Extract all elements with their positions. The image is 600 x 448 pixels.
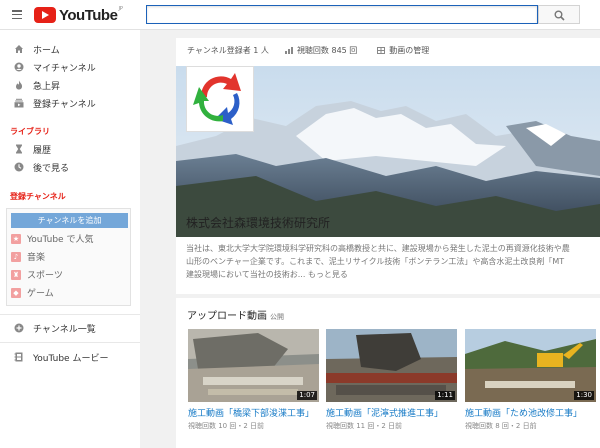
uploads-title[interactable]: アップロード動画 公開 xyxy=(187,307,284,322)
sidebar-item-channel-list[interactable]: チャンネル一覧 xyxy=(0,319,140,337)
channel-name: 株式会社森環境技術研究所 xyxy=(186,216,331,230)
subscription-item-sports[interactable]: ♜ スポーツ xyxy=(11,266,63,283)
video-meta: 視聴回数 10 回・2 日前 xyxy=(188,422,265,430)
youtube-logo[interactable]: YouTube JP xyxy=(34,6,123,24)
view-count: 視聴回数 845 回 xyxy=(296,45,358,55)
manage-videos-link[interactable]: 動画の管理 xyxy=(377,45,429,56)
person-icon xyxy=(14,62,24,72)
add-channel-button[interactable]: チャンネルを追加 xyxy=(11,213,128,228)
sidebar-item-watch-later[interactable]: 後で見る xyxy=(0,158,140,176)
video-title[interactable]: 施工動画「ため池改修工事」 xyxy=(465,406,596,419)
top-bar: YouTube JP xyxy=(0,0,600,30)
bar-chart-icon xyxy=(284,46,293,54)
subscription-item-label: スポーツ xyxy=(27,271,63,281)
video-card[interactable]: 1:07 施工動画「橋梁下部浚渫工事」 視聴回数 10 回・2 日前 xyxy=(188,329,319,431)
plus-circle-icon xyxy=(14,323,24,333)
channel-description: 当社は、東北大学大学院環境科学研究科の高橋教授と共に、建設現場から発生した泥土の… xyxy=(186,242,596,281)
uploads-section: アップロード動画 公開 1:07 施工動画「橋梁下部浚渫工事」 視聴回数 10 回… xyxy=(176,298,600,448)
video-duration: 1:30 xyxy=(574,391,594,400)
logo-text: YouTube xyxy=(59,6,118,24)
play-icon xyxy=(34,7,56,23)
description-line[interactable]: 建設現場において当社の技術お... もっと見る xyxy=(186,268,596,281)
video-title[interactable]: 施工動画「泥濘式推進工事」 xyxy=(326,406,457,419)
library-section-title: ライブラリ xyxy=(10,127,50,136)
sidebar-item-movies[interactable]: YouTube ムービー xyxy=(0,348,140,366)
subscription-item-label: YouTube で人気 xyxy=(27,235,94,245)
trophy-icon: ♜ xyxy=(11,269,21,280)
subscription-box: チャンネルを追加 ★ YouTube で人気 ♪ 音楽 ♜ スポーツ ◆ ゲーム xyxy=(6,208,131,306)
search-input[interactable] xyxy=(146,5,538,24)
channel-logo[interactable] xyxy=(186,66,254,132)
star-icon: ★ xyxy=(11,233,21,244)
uploads-title-text: アップロード動画 xyxy=(187,311,267,322)
logo-region: JP xyxy=(118,6,123,12)
hourglass-icon xyxy=(14,144,24,154)
sidebar-item-trending[interactable]: 急上昇 xyxy=(0,76,140,94)
flame-icon xyxy=(14,80,24,90)
subscriber-count: チャンネル登録者 1 人 xyxy=(187,45,269,55)
subscription-item-popular[interactable]: ★ YouTube で人気 xyxy=(11,230,93,247)
description-line: 山形のベンチャー企業です。これまで、泥土リサイクル技術「ボンテラン工法」や高含水… xyxy=(186,257,565,266)
sidebar-item-label: 登録チャンネル xyxy=(33,99,96,110)
video-thumbnail[interactable]: 1:30 xyxy=(465,329,596,402)
home-icon xyxy=(14,44,24,54)
subscriptions-icon xyxy=(14,98,24,108)
sidebar-item-label: 後で見る xyxy=(33,163,70,174)
gamepad-icon: ◆ xyxy=(11,287,21,298)
sidebar-divider xyxy=(0,342,140,343)
sidebar-item-my-channel[interactable]: マイチャンネル xyxy=(0,58,140,76)
description-line: 当社は、東北大学大学院環境科学研究科の高橋教授と共に、建設現場から発生した泥土の… xyxy=(186,244,570,253)
music-icon: ♪ xyxy=(11,251,21,262)
video-card[interactable]: 1:11 施工動画「泥濘式推進工事」 視聴回数 11 回・2 日前 xyxy=(326,329,457,431)
recycle-arrows-logo xyxy=(193,73,241,125)
sidebar-item-label: チャンネル一覧 xyxy=(33,324,96,335)
view-count-link[interactable]: 視聴回数 845 回 xyxy=(284,45,358,56)
search-icon xyxy=(554,10,565,21)
video-duration: 1:07 xyxy=(297,391,317,400)
channel-banner xyxy=(176,66,600,237)
video-thumbnail[interactable]: 1:11 xyxy=(326,329,457,402)
sidebar-item-home[interactable]: ホーム xyxy=(0,40,140,58)
video-thumbnail[interactable]: 1:07 xyxy=(188,329,319,402)
video-duration: 1:11 xyxy=(435,391,455,400)
sidebar-item-label: マイチャンネル xyxy=(33,63,96,74)
subscription-item-gaming[interactable]: ◆ ゲーム xyxy=(11,284,54,301)
channel-stats-bar: チャンネル登録者 1 人 視聴回数 845 回 動画の管理 xyxy=(176,38,600,62)
subscription-item-music[interactable]: ♪ 音楽 xyxy=(11,248,45,265)
subscription-item-label: ゲーム xyxy=(27,289,54,299)
channel-header-card: チャンネル登録者 1 人 視聴回数 845 回 動画の管理 株式会社森環境技術研… xyxy=(176,38,600,294)
subscriptions-section-title: 登録チャンネル xyxy=(10,192,66,201)
sidebar-item-history[interactable]: 履歴 xyxy=(0,140,140,158)
subscription-item-label: 音楽 xyxy=(27,253,46,263)
manage-videos-label: 動画の管理 xyxy=(389,45,430,55)
video-meta: 視聴回数 8 回・2 日前 xyxy=(465,422,537,430)
hamburger-menu-icon[interactable] xyxy=(12,10,22,20)
clock-icon xyxy=(14,162,24,172)
sidebar-item-label: 履歴 xyxy=(33,145,52,156)
sidebar-item-label: ホーム xyxy=(33,45,60,56)
sidebar-divider xyxy=(0,314,140,315)
video-manager-icon xyxy=(377,46,386,54)
film-icon xyxy=(14,352,24,362)
search-button[interactable] xyxy=(538,5,580,24)
sidebar-item-label: YouTube ムービー xyxy=(33,353,109,364)
video-card[interactable]: 1:30 施工動画「ため池改修工事」 視聴回数 8 回・2 日前 xyxy=(465,329,596,431)
visibility-label: 公開 xyxy=(270,313,284,321)
sidebar-item-label: 急上昇 xyxy=(33,81,61,92)
video-title[interactable]: 施工動画「橋梁下部浚渫工事」 xyxy=(188,406,319,419)
sidebar-item-subscriptions[interactable]: 登録チャンネル xyxy=(0,94,140,112)
sidebar: ホーム マイチャンネル 急上昇 登録チャンネル ライブラリ 履歴 後で見る 登録… xyxy=(0,30,140,448)
video-meta: 視聴回数 11 回・2 日前 xyxy=(326,422,403,430)
